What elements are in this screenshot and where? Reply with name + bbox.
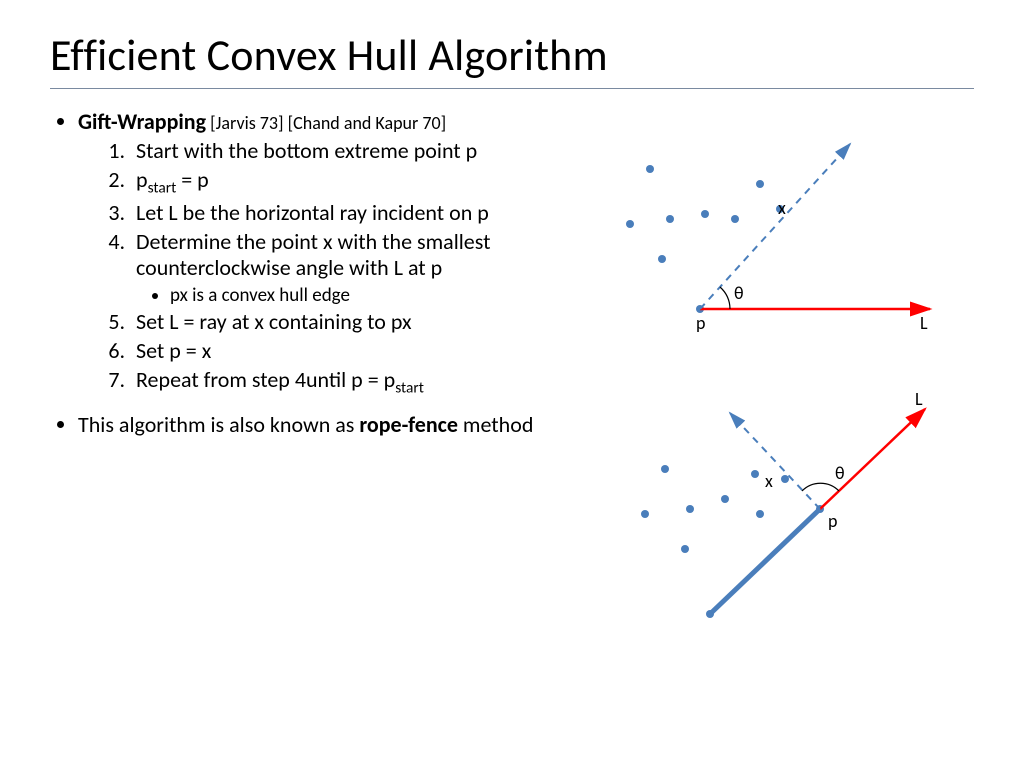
bullet-giftwrap: Gift-Wrapping [Jarvis 73] [Chand and Kap… <box>78 109 600 398</box>
giftwrap-refs: [Jarvis 73] [Chand and Kapur 70] <box>206 112 446 134</box>
d1-label-theta: θ <box>734 282 744 304</box>
left-column: Gift-Wrapping [Jarvis 73] [Chand and Kap… <box>50 109 600 451</box>
d2-label-p: p <box>828 510 837 532</box>
diagram-bottom: p L x θ <box>610 379 970 639</box>
step-7: Repeat from step 4until p = pstart <box>130 367 600 398</box>
steps-list: Start with the bottom extreme point p ps… <box>78 138 600 398</box>
slide: Efficient Convex Hull Algorithm Gift-Wra… <box>0 0 1024 768</box>
content-row: Gift-Wrapping [Jarvis 73] [Chand and Kap… <box>50 109 974 451</box>
giftwrap-heading: Gift-Wrapping <box>78 108 206 135</box>
step-4-sub: px is a convex hull edge <box>136 284 600 307</box>
step-6: Set p = x <box>130 338 600 365</box>
step-4-sub-item: px is a convex hull edge <box>170 284 600 307</box>
d2-label-theta: θ <box>835 462 845 484</box>
diagram-top: p L x θ <box>610 119 970 349</box>
slide-title: Efficient Convex Hull Algorithm <box>50 28 974 82</box>
step-3: Let L be the horizontal ray incident on … <box>130 200 600 227</box>
bullet-list: Gift-Wrapping [Jarvis 73] [Chand and Kap… <box>50 109 600 439</box>
d1-label-x: x <box>778 197 786 219</box>
step-2: pstart = p <box>130 167 600 198</box>
d1-label-p: p <box>696 312 705 334</box>
step-5: Set L = ray at x containing to px <box>130 309 600 336</box>
d1-label-L: L <box>920 312 928 334</box>
bullet-ropefence: This algorithm is also known as rope-fen… <box>78 412 600 439</box>
right-column: p L x θ <box>600 109 974 451</box>
d2-label-L: L <box>915 388 923 410</box>
step-1: Start with the bottom extreme point p <box>130 138 600 165</box>
title-rule <box>50 88 974 89</box>
d2-label-x: x <box>765 470 773 492</box>
step-4: Determine the point x with the smallest … <box>130 229 600 308</box>
